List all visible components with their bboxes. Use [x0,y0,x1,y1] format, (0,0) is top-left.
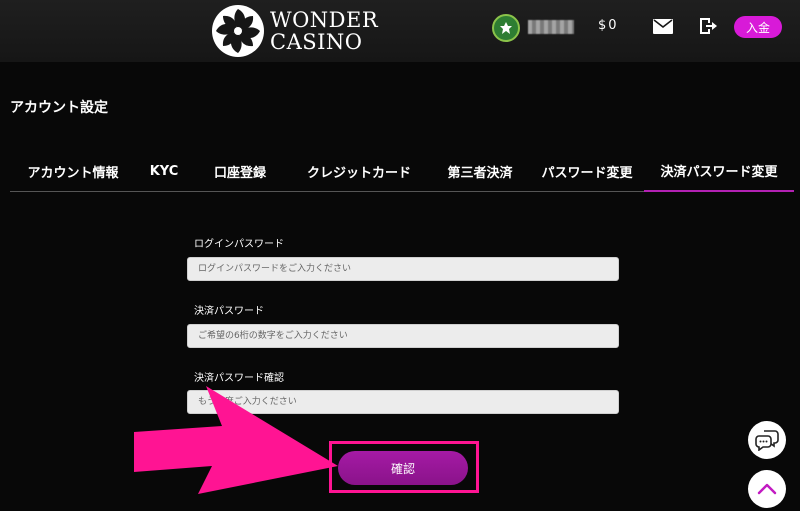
logout-icon[interactable] [698,16,718,36]
balance-amount: $0 [598,18,619,33]
payment-password-label: 決済パスワード [194,306,264,317]
deposit-button[interactable]: 入金 [734,16,782,38]
tab-credit-card[interactable]: クレジットカード [288,150,430,192]
page-title: アカウント設定 [10,100,108,116]
scroll-top-button[interactable] [748,470,786,508]
tab-kyc[interactable]: KYC [136,150,192,192]
mail-icon[interactable] [653,19,673,34]
logo-line-2: CASINO [270,30,363,54]
logo[interactable]: WONDER CASINO [210,3,378,59]
logo-text: WONDER CASINO [270,9,378,53]
payment-password-input[interactable] [187,324,619,348]
tab-bank-registration[interactable]: 口座登録 [192,150,288,192]
tab-password-change[interactable]: パスワード変更 [530,150,644,192]
user-avatar[interactable] [492,14,520,42]
logo-mark-icon [212,5,264,57]
username-blurred [528,20,574,34]
login-password-input[interactable] [187,257,619,281]
chat-icon [755,430,779,451]
vip-badge-icon [500,22,512,34]
chat-button[interactable] [748,421,786,459]
tab-third-party-payment[interactable]: 第三者決済 [430,150,530,192]
logo-line-1: WONDER [270,8,379,32]
header: WONDER CASINO $0 入金 [0,0,800,62]
confirm-button[interactable]: 確認 [338,451,468,485]
account-tabs: アカウント情報 KYC 口座登録 クレジットカード 第三者決済 パスワード変更 … [10,150,794,192]
tab-payment-password-change[interactable]: 決済パスワード変更 [644,150,794,192]
tab-account-info[interactable]: アカウント情報 [10,150,136,192]
login-password-label: ログインパスワード [194,239,284,250]
pointer-arrow-icon [134,386,338,494]
chevron-up-icon [757,483,777,495]
